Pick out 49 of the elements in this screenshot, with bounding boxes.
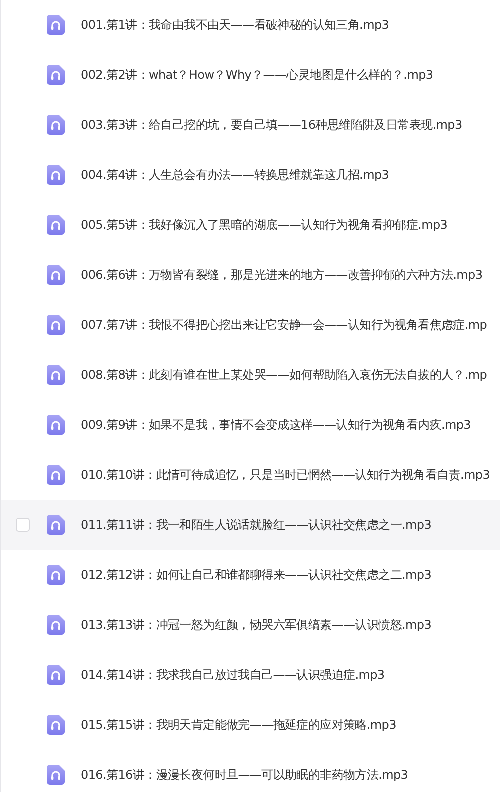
file-row[interactable]: 016.第16讲：漫漫长夜何时旦——可以助眠的非药物方法.mp3 [1,750,500,792]
file-name[interactable]: 016.第16讲：漫漫长夜何时旦——可以助眠的非药物方法.mp3 [81,766,408,784]
file-row[interactable]: 005.第5讲：我好像沉入了黑暗的湖底——认知行为视角看抑郁症.mp3 [1,200,500,250]
audio-file-icon [47,215,65,235]
file-row[interactable]: 007.第7讲：我恨不得把心挖出来让它安静一会——认知行为视角看焦虑症.mp [1,300,500,350]
file-name[interactable]: 008.第8讲：此刻有谁在世上某处哭——如何帮助陷入哀伤无法自拔的人？.mp [81,366,488,384]
checkbox[interactable] [16,518,30,532]
file-name[interactable]: 001.第1讲：我命由我不由天——看破神秘的认知三角.mp3 [81,16,390,34]
audio-file-icon [47,165,65,185]
file-row[interactable]: 010.第10讲：此情可待成追忆，只是当时已惘然——认知行为视角看自责.mp3 [1,450,500,500]
file-name[interactable]: 010.第10讲：此情可待成追忆，只是当时已惘然——认知行为视角看自责.mp3 [81,466,490,484]
audio-file-icon [47,615,65,635]
file-name[interactable]: 005.第5讲：我好像沉入了黑暗的湖底——认知行为视角看抑郁症.mp3 [81,216,448,234]
audio-file-icon [47,15,65,35]
file-name[interactable]: 015.第15讲：我明天肯定能做完——拖延症的应对策略.mp3 [81,716,396,734]
file-name[interactable]: 013.第13讲：冲冠一怒为红颜，恸哭六军俱缟素——认识愤怒.mp3 [81,616,432,634]
audio-file-icon [47,515,65,535]
file-name[interactable]: 007.第7讲：我恨不得把心挖出来让它安静一会——认知行为视角看焦虑症.mp [81,316,488,334]
file-row[interactable]: 003.第3讲：给自己挖的坑，要自己填——16种思维陷阱及日常表现.mp3 [1,100,500,150]
audio-file-icon [47,65,65,85]
file-row[interactable]: 012.第12讲：如何让自己和谁都聊得来——认识社交焦虑之二.mp3 [1,550,500,600]
audio-file-icon [47,665,65,685]
file-name[interactable]: 003.第3讲：给自己挖的坑，要自己填——16种思维陷阱及日常表现.mp3 [81,116,462,134]
audio-file-icon [47,465,65,485]
file-name[interactable]: 014.第14讲：我求我自己放过我自己——认识强迫症.mp3 [81,666,385,684]
file-name[interactable]: 006.第6讲：万物皆有裂缝，那是光进来的地方——改善抑郁的六种方法.mp3 [81,266,483,284]
file-row[interactable]: 015.第15讲：我明天肯定能做完——拖延症的应对策略.mp3 [1,700,500,750]
file-row[interactable]: 002.第2讲：what？How？Why？——心灵地图是什么样的？.mp3 [1,50,500,100]
audio-file-icon [47,765,65,785]
audio-file-icon [47,315,65,335]
file-row[interactable]: 009.第9讲：如果不是我，事情不会变成这样——认知行为视角看内疚.mp3 [1,400,500,450]
file-row[interactable]: 014.第14讲：我求我自己放过我自己——认识强迫症.mp3 [1,650,500,700]
audio-file-icon [47,415,65,435]
file-row[interactable]: 004.第4讲：人生总会有办法——转换思维就靠这几招.mp3 [1,150,500,200]
audio-file-icon [47,365,65,385]
audio-file-icon [47,265,65,285]
file-name[interactable]: 009.第9讲：如果不是我，事情不会变成这样——认知行为视角看内疚.mp3 [81,416,472,434]
audio-file-icon [47,715,65,735]
audio-file-icon [47,565,65,585]
file-name[interactable]: 002.第2讲：what？How？Why？——心灵地图是什么样的？.mp3 [81,66,434,84]
file-row[interactable]: 013.第13讲：冲冠一怒为红颜，恸哭六军俱缟素——认识愤怒.mp3 [1,600,500,650]
audio-file-icon [47,115,65,135]
file-row[interactable]: 001.第1讲：我命由我不由天——看破神秘的认知三角.mp3 [1,0,500,50]
file-name[interactable]: 004.第4讲：人生总会有办法——转换思维就靠这几招.mp3 [81,166,390,184]
file-row[interactable]: 011.第11讲：我一和陌生人说话就脸红——认识社交焦虑之一.mp3 [1,500,500,550]
file-name[interactable]: 011.第11讲：我一和陌生人说话就脸红——认识社交焦虑之一.mp3 [81,516,432,534]
file-row[interactable]: 006.第6讲：万物皆有裂缝，那是光进来的地方——改善抑郁的六种方法.mp3 [1,250,500,300]
file-name[interactable]: 012.第12讲：如何让自己和谁都聊得来——认识社交焦虑之二.mp3 [81,566,432,584]
file-row[interactable]: 008.第8讲：此刻有谁在世上某处哭——如何帮助陷入哀伤无法自拔的人？.mp [1,350,500,400]
